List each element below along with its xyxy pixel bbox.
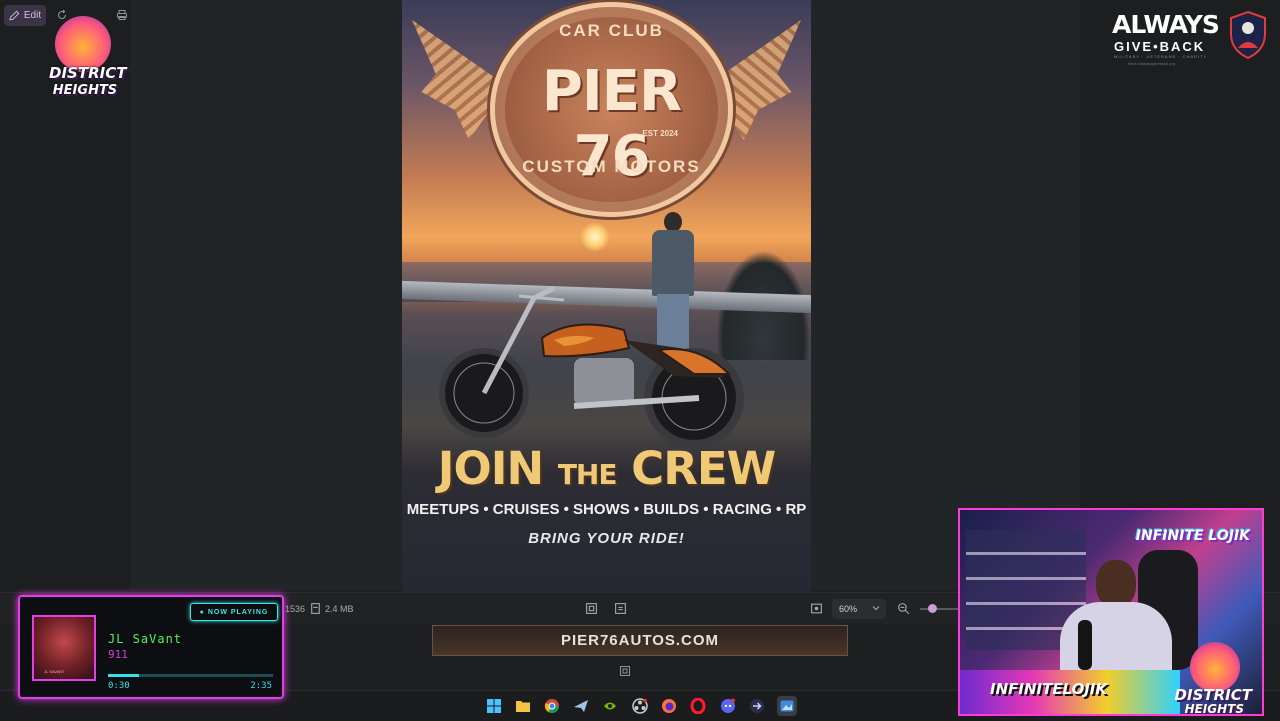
file-explorer-icon[interactable] [513,696,533,716]
chrome-icon[interactable] [542,696,562,716]
badge-est-text: EST 2024 [642,129,678,138]
steam-icon[interactable] [571,696,591,716]
nvidia-icon[interactable] [600,696,620,716]
fit-to-window-icon[interactable] [585,602,598,615]
edit-button[interactable]: Edit [4,5,46,26]
zoom-value: 60% [839,604,858,614]
now-playing-widget: JL SAVANT ● NOW PLAYING JL SaVant 911 0:… [18,595,284,699]
poster-tagline: BRING YOUR RIDE! [528,530,685,547]
agb-line3: MILITARY · VETERANS · CHARITY [1114,54,1208,59]
zoom-dropdown[interactable]: 60% [832,599,886,619]
webcam-district-line2: HEIGHTS [1184,702,1244,716]
agb-line4: https://alwaysgiveback.org [1128,61,1175,66]
district-heights-logo: DISTRICT HEIGHTS [47,6,127,108]
edit-label: Edit [23,10,42,21]
district-logo-line1: DISTRICT [49,64,127,82]
filmstrip-expand-icon[interactable] [619,665,631,677]
poster-tags: MEETUPS • CRUISES • SHOWS • BUILDS • RAC… [406,501,807,518]
poster-url: PIER76AUTOS.COM [560,632,720,649]
album-art-label: JL SAVANT [44,669,65,674]
district-logo-line2: HEIGHTS [52,83,118,98]
opera-icon[interactable] [688,696,708,716]
photos-app-window: Edit CAR CLUB PIER 76 EST 2024 CUSTOM MO… [0,0,1280,721]
arrow-app-icon[interactable] [747,696,767,716]
total-time: 2:35 [250,681,272,691]
badge-bottom-text: CUSTOM MOTORS [522,157,701,176]
headline-the: THE [557,458,618,491]
poster-image: CAR CLUB PIER 76 EST 2024 CUSTOM MOTORS [402,0,811,592]
motorcycle-illustration [439,285,744,448]
file-size: 2.4 MB [325,604,354,614]
microphone-icon [1078,620,1092,670]
poster-url-strip[interactable]: PIER76AUTOS.COM [432,625,848,656]
discord-icon[interactable] [718,696,738,716]
poster-headline: JOIN THE CREW [402,442,811,495]
right-pane [1080,0,1280,590]
webcam-banner-text: INFINITELOJIK [990,680,1108,698]
sunset-sun [580,222,610,252]
always-give-back-logo: ALWAYS GIVE•BACK MILITARY · VETERANS · C… [1110,8,1266,68]
actual-size-icon[interactable] [614,602,627,615]
playback-progress-fill [108,674,140,677]
elapsed-time: 0:30 [108,681,130,691]
windows-start-icon[interactable] [484,696,504,716]
zoom-slider-thumb[interactable] [928,604,937,613]
artist-name: JL SaVant [108,632,183,646]
webcam-overlay: INFINITE LOJIK INFINITELOJIK DISTRICT HE… [958,508,1264,716]
webcam-top-tag: INFINITE LOJIK [1135,528,1250,544]
district-sun-graphic [1190,642,1240,692]
zoom-out-icon[interactable] [897,602,910,615]
agb-line1: ALWAYS [1112,10,1220,39]
agb-line2: GIVE•BACK [1114,39,1206,54]
obs-icon[interactable] [630,696,650,716]
badge-top-text: CAR CLUB [559,21,664,40]
firefox-icon[interactable] [659,696,679,716]
now-playing-badge: ● NOW PLAYING [190,603,278,621]
club-badge: CAR CLUB PIER 76 EST 2024 CUSTOM MOTORS [490,2,733,217]
image-dimensions: 1536 [285,604,306,614]
playback-progress [108,674,273,677]
image-view-icon[interactable] [810,602,823,615]
agb-shield-icon [1230,10,1266,60]
edit-icon [9,10,20,21]
file-size-icon [311,603,320,614]
zoom-slider[interactable] [920,604,960,613]
headline-crew: CREW [631,442,776,495]
track-title: 911 [108,648,128,661]
headline-join: JOIN [437,442,544,495]
chevron-down-icon [872,606,880,611]
photos-app-icon[interactable] [777,696,797,716]
